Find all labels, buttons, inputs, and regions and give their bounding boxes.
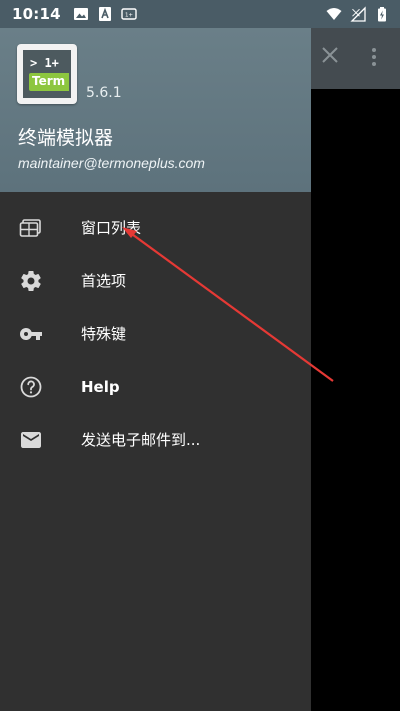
status-time: 10:14 — [12, 5, 61, 23]
app-version: 5.6.1 — [86, 85, 122, 101]
battery-charging-icon — [378, 7, 386, 22]
image-icon — [73, 8, 88, 20]
font-a-icon — [98, 7, 111, 21]
app-logo-text-top: > 1+ — [30, 56, 59, 70]
terminal-area[interactable] — [311, 89, 400, 711]
key-icon — [19, 327, 42, 340]
navigation-drawer: > 1+ Term 5.6.1 终端模拟器 maintainer@termone… — [0, 28, 311, 711]
screen-notification-icon: 1+ — [121, 8, 137, 20]
menu-item-special-keys[interactable]: 特殊键 — [0, 307, 311, 360]
drawer-header: > 1+ Term 5.6.1 终端模拟器 maintainer@termone… — [0, 28, 311, 192]
app-toolbar — [311, 28, 400, 89]
email-icon — [21, 431, 41, 448]
svg-text:1+: 1+ — [125, 13, 133, 19]
drawer-menu: 窗口列表 首选项 特殊键 Help 发送电子邮件到... — [0, 201, 311, 466]
no-signal-icon — [350, 6, 366, 22]
menu-label-preferences: 首选项 — [81, 272, 127, 290]
app-logo-terminal-icon: > 1+ Term — [23, 50, 71, 98]
app-title: 终端模拟器 — [18, 127, 114, 149]
menu-label-help: Help — [81, 377, 120, 396]
menu-item-window-list[interactable]: 窗口列表 — [0, 201, 311, 254]
window-list-icon — [19, 218, 41, 237]
wifi-icon — [326, 8, 342, 20]
menu-label-special-keys: 特殊键 — [81, 325, 127, 343]
menu-label-send-email: 发送电子邮件到... — [81, 431, 201, 449]
status-system-icons — [326, 6, 390, 22]
menu-label-window-list: 窗口列表 — [81, 219, 142, 237]
menu-item-preferences[interactable]: 首选项 — [0, 254, 311, 307]
screen: 10:14 1+ > 1+ Term 5.6.1 终端模拟器 maintaine… — [0, 0, 400, 711]
menu-item-help[interactable]: Help — [0, 360, 311, 413]
maintainer-email: maintainer@termoneplus.com — [18, 155, 205, 171]
help-icon — [20, 376, 42, 397]
more-vert-icon[interactable] — [371, 47, 377, 67]
status-notification-icons: 1+ — [73, 6, 137, 22]
menu-item-send-email[interactable]: 发送电子邮件到... — [0, 413, 311, 466]
app-logo-text-bottom: Term — [32, 74, 66, 88]
close-icon[interactable] — [321, 46, 339, 64]
app-logo: > 1+ Term — [17, 44, 77, 104]
status-bar: 10:14 1+ — [0, 0, 400, 28]
gear-icon — [21, 270, 41, 291]
